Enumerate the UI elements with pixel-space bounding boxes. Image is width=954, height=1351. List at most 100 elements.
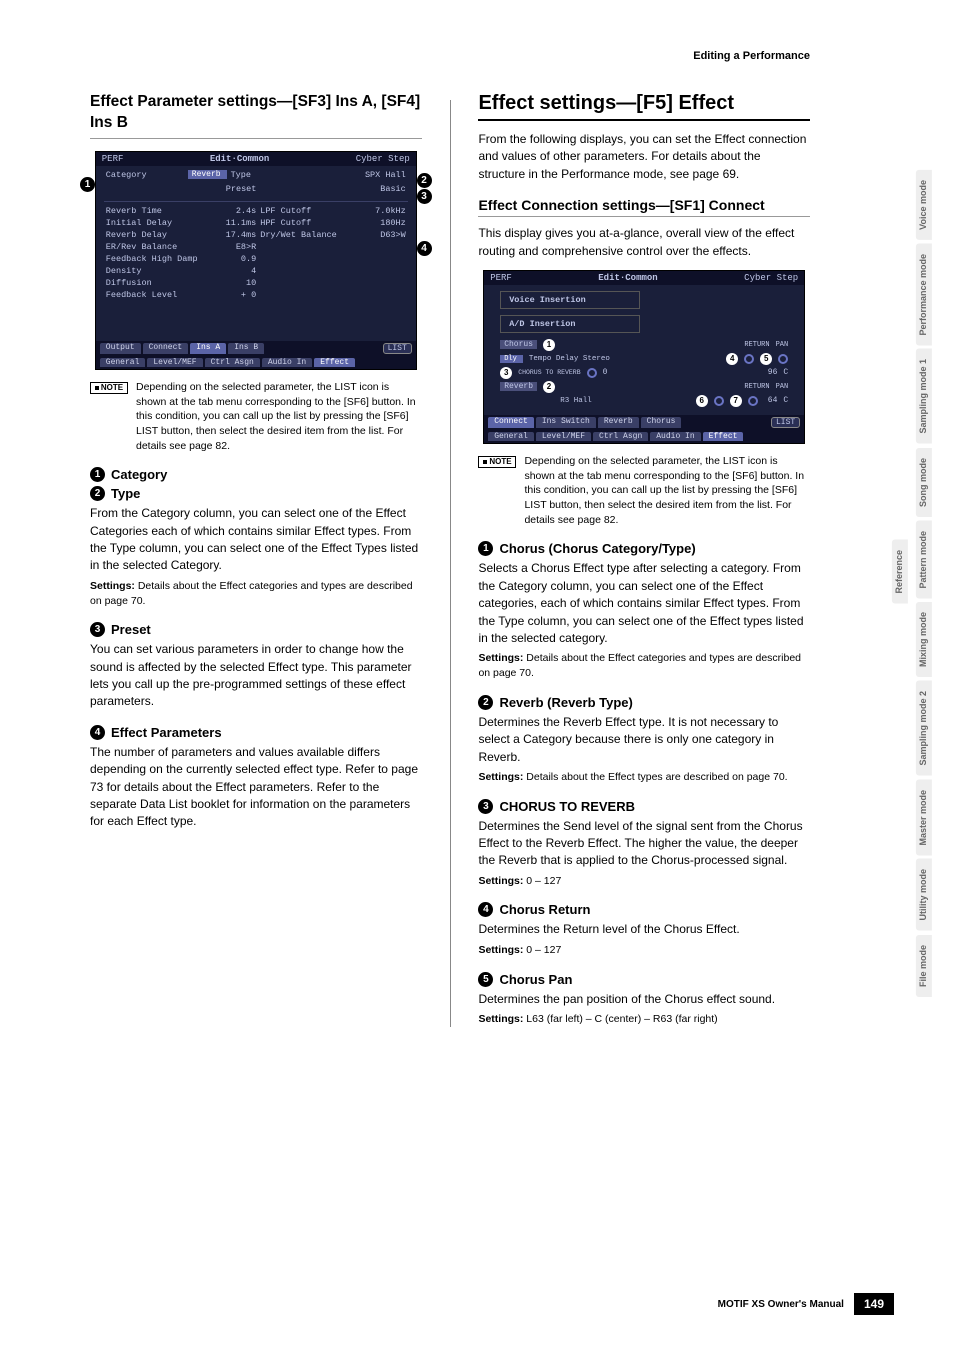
ss-param-label: ER/Rev Balance (106, 242, 205, 252)
settings-label-r1: Settings: (478, 652, 523, 664)
r-param2-title: Reverb (Reverb Type) (499, 695, 632, 710)
ss-tab-output[interactable]: Output (100, 343, 141, 354)
ss2-chorus-pan-knob[interactable] (778, 354, 788, 364)
ss2-callout-7: 7 (730, 395, 742, 407)
side-tab-file[interactable]: File mode (916, 935, 932, 997)
side-tab-sampling2[interactable]: Sampling mode 2 (916, 681, 932, 776)
right-column: Effect settings—[F5] Effect From the fol… (478, 92, 810, 1027)
r-param4-settings: 0 – 127 (526, 944, 561, 956)
ss2-reverb-pan-knob[interactable] (748, 396, 758, 406)
ss2-send-knob[interactable] (587, 368, 597, 378)
ss2-ftab-levelmef[interactable]: Level/MEF (536, 432, 591, 441)
ss2-send-label: CHORUS TO REVERB (518, 369, 580, 376)
ss-ftab-levelmef[interactable]: Level/MEF (147, 358, 202, 367)
ss2-reverb-return-knob[interactable] (714, 396, 724, 406)
ss-ftab-ctrlasgn[interactable]: Ctrl Asgn (205, 358, 260, 367)
ss-param-value[interactable]: + 0 (209, 290, 257, 300)
ss-param-label2: HPF Cutoff (260, 218, 354, 228)
r-param5-settings: L63 (far left) – C (center) – R63 (far r… (526, 1013, 717, 1025)
side-tab-master[interactable]: Master mode (916, 780, 932, 856)
ss-preset-label: Preset (226, 184, 257, 194)
ss-category-dropdown[interactable]: Reverb (188, 170, 227, 179)
ss2-tab-insswitch[interactable]: Ins Switch (536, 417, 596, 428)
ss-param-value2[interactable] (358, 290, 406, 300)
footer-book: MOTIF XS Owner's Manual (718, 1299, 844, 1310)
ss-param-value2[interactable]: 7.0kHz (358, 206, 406, 216)
side-tab-reference[interactable]: Reference (892, 540, 908, 604)
side-tab-sampling1[interactable]: Sampling mode 1 (916, 349, 932, 444)
side-tab-mixing[interactable]: Mixing mode (916, 602, 932, 677)
param-category-type-settings: Details about the Effect categories and … (90, 580, 413, 607)
ss-param-row: Feedback Level+ 0 (96, 289, 416, 301)
ss-param-value2[interactable]: 180Hz (358, 218, 406, 228)
ss-param-value2[interactable] (358, 254, 406, 264)
ss2-chorus-return-knob[interactable] (744, 354, 754, 364)
ss2-ftab-audioin[interactable]: Audio In (650, 432, 700, 441)
ss-param-row: Initial Delay11.1msHPF Cutoff180Hz (96, 217, 416, 229)
ss2-callout-3: 3 (500, 367, 512, 379)
side-tab-song[interactable]: Song mode (916, 448, 932, 517)
ss-param-label: Reverb Time (106, 206, 205, 216)
ss2-chorus-cat[interactable]: Dly (500, 355, 523, 363)
ss2-ftab-ctrlasgn[interactable]: Ctrl Asgn (593, 432, 648, 441)
ss-ftab-audioin[interactable]: Audio In (262, 358, 312, 367)
ss2-pan2: C (783, 396, 788, 405)
ss-tab-connect[interactable]: Connect (143, 343, 189, 354)
ss-param-value[interactable]: 4 (209, 266, 257, 276)
screenshot-connect: PERF Edit·Common Cyber Step Voice Insert… (483, 270, 805, 444)
param-effectparams-body: The number of parameters and values avai… (90, 744, 422, 831)
ss2-ftab-effect[interactable]: Effect (703, 432, 744, 441)
r-param4-title: Chorus Return (499, 902, 590, 917)
ss-param-value[interactable]: E8>R (209, 242, 257, 252)
right-heading: Effect settings—[F5] Effect (478, 92, 810, 121)
r-param4-body: Determines the Return level of the Choru… (478, 921, 810, 938)
side-tab-performance[interactable]: Performance mode (916, 244, 932, 346)
settings-label-r2: Settings: (478, 771, 523, 783)
r-param5-title: Chorus Pan (499, 972, 572, 987)
ss-param-value[interactable]: 11.1ms (209, 218, 257, 228)
side-tab-voice[interactable]: Voice mode (916, 170, 932, 240)
param-category-type-body: From the Category column, you can select… (90, 505, 422, 575)
ss-tab-ins-a[interactable]: Ins A (190, 343, 226, 354)
connect-subhead: Effect Connection settings—[SF1] Connect (478, 197, 810, 217)
ss-param-value[interactable]: 2.4s (209, 206, 257, 216)
param-category-title: Category (111, 467, 167, 482)
ss-param-value2[interactable] (358, 278, 406, 288)
screenshot-connect-wrap: PERF Edit·Common Cyber Step Voice Insert… (478, 270, 810, 444)
ss2-tab-connect[interactable]: Connect (488, 417, 534, 428)
ss2-ftab-general[interactable]: General (488, 432, 534, 441)
ss2-pan-label-1: PAN (776, 341, 789, 349)
screenshot-ins: PERF Edit·Common Cyber Step Category Rev… (95, 151, 417, 370)
ss-param-value[interactable]: 17.4ms (209, 230, 257, 240)
settings-label-r5: Settings: (478, 1013, 523, 1025)
r-bullet-4: 4 (478, 902, 493, 917)
ss2-reverb-label: Reverb (500, 382, 537, 391)
ss2-ret1: 96 (768, 368, 778, 377)
ss-param-label2 (260, 266, 354, 276)
settings-label-r3: Settings: (478, 875, 523, 887)
bullet-2: 2 (90, 486, 105, 501)
ss-param-value[interactable]: 0.9 (209, 254, 257, 264)
param-type-title: Type (111, 486, 140, 501)
ss2-tab-chorus[interactable]: Chorus (641, 417, 682, 428)
r-bullet-5: 5 (478, 972, 493, 987)
ss-param-value[interactable]: 10 (209, 278, 257, 288)
ss2-tab-reverb[interactable]: Reverb (598, 417, 639, 428)
side-tabs: Voice mode Performance mode Sampling mod… (916, 170, 932, 997)
ss-param-value2[interactable] (358, 242, 406, 252)
ss-param-row: Density4 (96, 265, 416, 277)
side-tab-utility[interactable]: Utility mode (916, 859, 932, 931)
ss-param-value2[interactable] (358, 266, 406, 276)
param-effectparams-title: Effect Parameters (111, 725, 222, 740)
ss-ftab-effect[interactable]: Effect (314, 358, 355, 367)
r-bullet-1: 1 (478, 541, 493, 556)
ss-list-button[interactable]: LIST (383, 343, 412, 354)
page-number: 149 (854, 1293, 894, 1315)
ss2-chorus-type: Tempo Delay Stereo (529, 355, 610, 363)
side-tab-pattern[interactable]: Pattern mode (916, 521, 932, 599)
ss-ftab-general[interactable]: General (100, 358, 146, 367)
ss2-list-button[interactable]: LIST (771, 417, 800, 428)
ss-param-value2[interactable]: D63>W (358, 230, 406, 240)
param-preset-body: You can set various parameters in order … (90, 641, 422, 711)
ss-tab-ins-b[interactable]: Ins B (228, 343, 264, 354)
